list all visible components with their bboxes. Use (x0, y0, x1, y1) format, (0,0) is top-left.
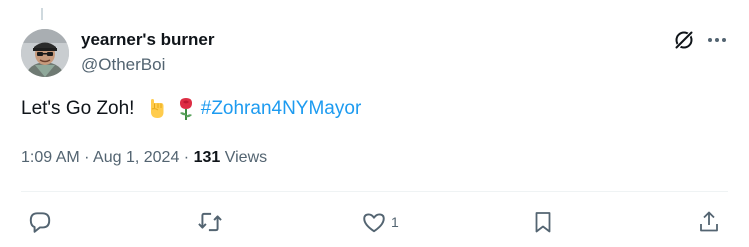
tweet-time[interactable]: 1:09 AM (21, 149, 80, 166)
bookmark-button[interactable] (531, 209, 555, 235)
tweet-meta: 1:09 AM · Aug 1, 2024 · 131 Views (21, 148, 267, 168)
bookmark-icon (535, 212, 551, 233)
like-icon (363, 213, 385, 233)
grok-icon[interactable] (672, 28, 696, 52)
hashtag-link[interactable]: #Zohran4NYMayor (201, 96, 362, 122)
meta-separator: · (183, 149, 190, 166)
avatar[interactable] (21, 29, 69, 77)
thread-line (41, 8, 43, 20)
views-count: 131 (193, 149, 221, 166)
retweet-icon (198, 212, 222, 232)
more-icon[interactable] (704, 28, 730, 52)
tweet: yearner's burner @OtherBoi Let's Go Zoh! (0, 0, 749, 247)
divider (21, 191, 728, 192)
rose-emoji (174, 97, 198, 121)
like-count: 1 (391, 214, 399, 230)
author-names: yearner's burner @OtherBoi (81, 29, 215, 76)
reply-button[interactable] (27, 209, 53, 235)
like-button[interactable]: 1 (361, 209, 399, 235)
views-label: Views (224, 149, 268, 166)
tweet-text-body: Let's Go Zoh! (21, 98, 140, 119)
reply-icon (29, 212, 51, 233)
raised-fist-emoji (145, 97, 169, 121)
share-icon (700, 211, 718, 232)
meta-separator: · (84, 149, 90, 166)
display-name[interactable]: yearner's burner (81, 29, 215, 51)
tweet-date[interactable]: Aug 1, 2024 (93, 149, 179, 166)
tweet-text: Let's Go Zoh! #Zohran4NYMayor (21, 96, 361, 122)
retweet-button[interactable] (197, 209, 223, 235)
handle[interactable]: @OtherBoi (81, 54, 215, 76)
share-button[interactable] (697, 209, 721, 235)
